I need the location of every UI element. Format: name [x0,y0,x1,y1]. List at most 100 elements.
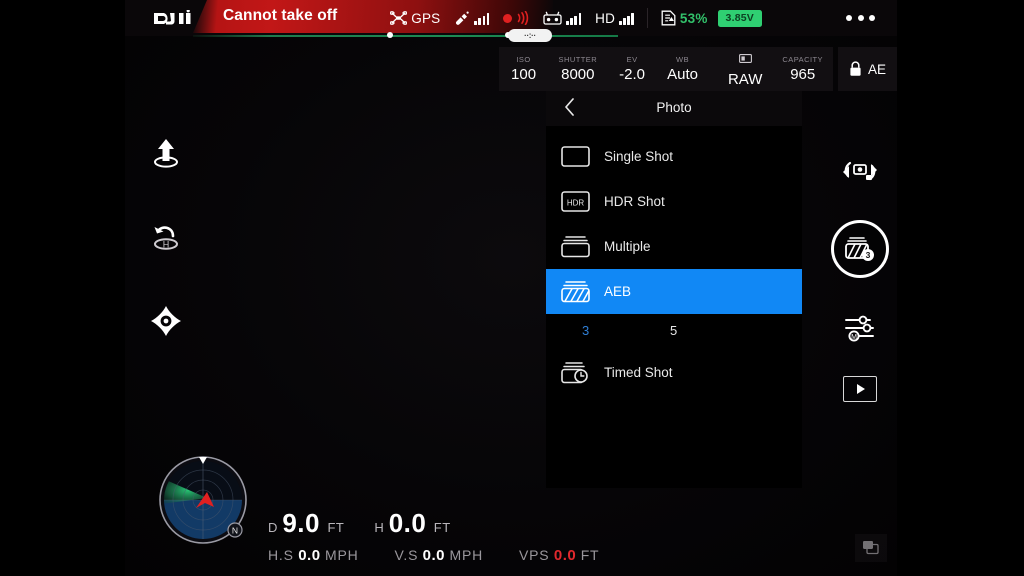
satellite-bars [474,12,490,25]
photo-mode-panel: Photo Single Shot HDR HDR Shot Multiple … [546,88,802,488]
gps-status[interactable]: GPS [383,11,447,26]
distance-unit: FT [327,520,345,535]
ev-label: EV [626,54,638,64]
wb-label: WB [676,54,690,64]
remote-controller-icon [543,11,562,25]
ae-lock-button[interactable]: AE [837,47,897,91]
height-readout: H 0.0 FT [374,508,450,539]
camera-exposure-group: ISO 100 SHUTTER 8000 EV -2.0 WB Auto RAW… [498,47,833,91]
telemetry-row-primary: D 9.0 FT H 0.0 FT [268,508,599,539]
recording-icon [503,13,513,23]
hs-key: H.S [268,547,294,563]
distance-readout: D 9.0 FT [268,508,344,539]
height-value: 0.0 [388,508,427,538]
capacity-setting: CAPACITY 965 [772,47,833,91]
hd-signal-bars [619,12,634,25]
playback-icon [856,384,865,394]
ev-value: -2.0 [619,65,646,83]
iso-setting[interactable]: ISO 100 [499,47,549,91]
battery-percent: 53% [679,10,708,26]
ae-label: AE [867,61,886,77]
recording-status [496,11,536,25]
satellite-icon [456,11,470,25]
ev-setting[interactable]: EV -2.0 [607,47,657,91]
aeb-count-3[interactable]: 3 [582,323,589,338]
gps-label: GPS [411,10,441,26]
vps-readout: VPS 0.0 FT [519,547,599,565]
camera-settings-bar: ISO 100 SHUTTER 8000 EV -2.0 WB Auto RAW… [498,47,897,91]
pip-icon [863,541,879,555]
menu-label: Single Shot [604,149,674,164]
shutter-button[interactable]: 3 [831,220,889,278]
panel-title: Photo [656,99,692,115]
satellite-count-tooltip: ··:·· [508,29,552,42]
vs-key: V.S [394,547,419,563]
remote-controller-signal[interactable] [536,11,588,25]
distance-key: D [268,520,278,535]
height-unit: FT [433,520,451,535]
status-icon-cluster: GPS HD 53% 3.85V [383,0,769,36]
overflow-menu-button[interactable] [846,0,875,36]
menu-label: Timed Shot [604,365,673,380]
battery-status[interactable]: 53% 3.85V [654,9,769,27]
intelligent-flight-button[interactable] [143,298,189,344]
dot [869,15,875,21]
return-to-home-button[interactable]: H [143,214,189,260]
svg-text:M: M [851,334,857,341]
multiple-shot-icon [560,235,590,259]
aeb-icon [560,280,590,304]
wb-setting[interactable]: WB Auto [657,47,708,91]
north-label: N [232,526,238,536]
satellite-signal[interactable] [447,11,496,26]
distance-value: 9.0 [282,508,320,538]
right-control-rail: 3 M [831,148,889,402]
dot [846,15,852,21]
camera-settings-icon: M [845,315,874,342]
shutter-label: SHUTTER [558,54,598,64]
camera-video-toggle-icon [843,161,877,181]
lock-icon [850,61,861,76]
menu-item-timed-shot[interactable]: Timed Shot [546,350,802,395]
return-home-icon: H [154,226,178,250]
left-tool-rail: H [143,130,189,344]
vs-value: 0.0 [422,547,446,564]
takeoff-button[interactable] [143,130,189,176]
settings-spacer [708,47,718,91]
menu-label: Multiple [604,239,651,254]
pip-toggle-button[interactable] [855,534,887,562]
format-setting[interactable]: RAW [718,47,772,91]
horizontal-speed-readout: H.S 0.0 MPH [268,547,359,565]
shutter-badge-count: 3 [866,250,871,260]
playback-button[interactable] [843,376,877,402]
aeb-count-selector: 3 5 [546,314,802,350]
menu-item-single-shot[interactable]: Single Shot [546,134,802,179]
camera-settings-button[interactable]: M [837,304,883,350]
camera-video-toggle-button[interactable] [837,148,883,194]
chevron-left-icon [564,98,574,116]
menu-label: AEB [604,284,632,299]
back-button[interactable] [558,96,580,118]
iso-label: ISO [516,54,531,64]
timed-shot-icon [560,361,590,385]
telemetry-row-secondary: H.S 0.0 MPH V.S 0.0 MPH VPS 0.0 FT [268,547,599,565]
drone-icon [390,11,408,25]
format-value: RAW [727,70,763,88]
telemetry-readout: D 9.0 FT H 0.0 FT H.S 0.0 MPH V.S 0.0 MP… [268,508,599,565]
hs-value: 0.0 [298,547,321,564]
menu-item-aeb[interactable]: AEB [546,269,802,314]
shutter-setting[interactable]: SHUTTER 8000 [549,47,608,91]
menu-item-multiple[interactable]: Multiple [546,224,802,269]
top-status-bar: Cannot take off ··:·· GPS HD 53% 3.85V [125,0,897,42]
wb-value: Auto [667,65,698,83]
attitude-radar[interactable]: N [155,452,251,548]
signal-waves-icon [517,11,529,25]
menu-item-hdr-shot[interactable]: HDR HDR Shot [546,179,802,224]
hd-video-signal[interactable]: HD [588,11,641,26]
svg-text:H: H [163,240,170,250]
vps-unit: FT [580,547,600,563]
aeb-count-5[interactable]: 5 [670,323,677,338]
battery-voltage-badge: 3.85V [717,9,762,27]
takeoff-icon [154,139,178,168]
sd-storage-icon [738,50,752,68]
capacity-value: 965 [790,65,816,83]
